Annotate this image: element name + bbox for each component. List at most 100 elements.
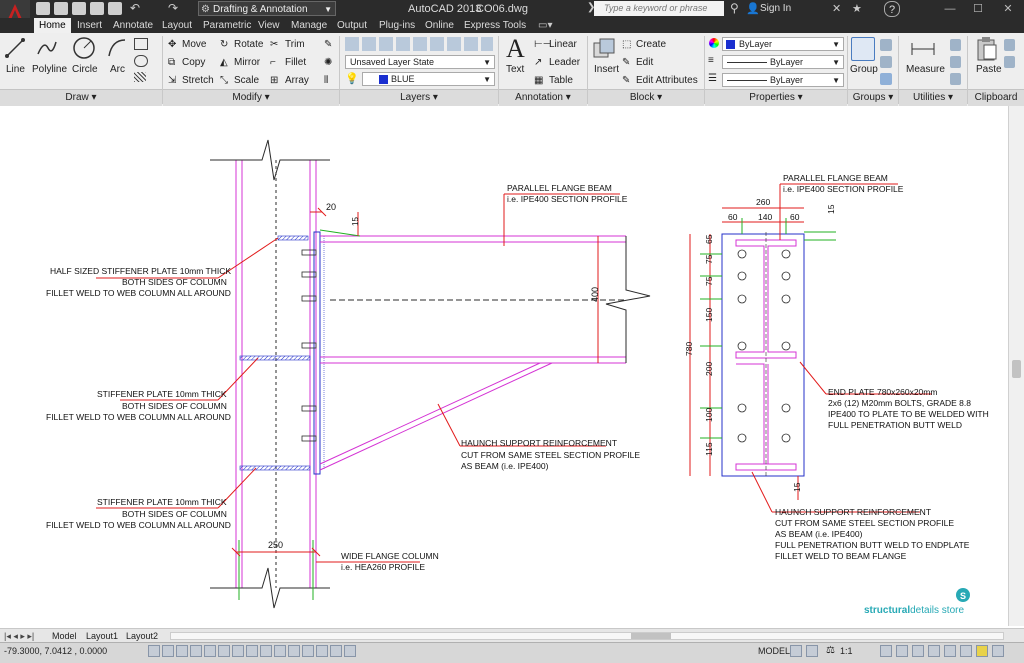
scale-tool[interactable]: Scale	[234, 75, 259, 86]
tab-layout2[interactable]: Layout2	[126, 630, 158, 642]
plot-icon[interactable]	[108, 2, 122, 15]
tab-output[interactable]: Output	[337, 18, 367, 33]
text-tool[interactable]: Text	[506, 64, 524, 75]
rotate-tool[interactable]: Rotate	[234, 39, 263, 50]
transparency-toggle[interactable]	[302, 645, 314, 657]
maximize-button[interactable]: ☐	[964, 0, 992, 18]
measure-tool[interactable]: Measure	[906, 64, 945, 75]
close-button[interactable]: ✕	[994, 0, 1022, 18]
workspace-dropdown[interactable]: ⚙ Drafting & Annotation ▼	[198, 1, 336, 16]
ducs-toggle[interactable]	[260, 645, 272, 657]
move-tool[interactable]: Move	[182, 39, 206, 50]
erase-icon[interactable]: ✎	[324, 39, 332, 50]
table-icon[interactable]: ▦	[534, 75, 543, 86]
clean-screen-toggle[interactable]	[992, 645, 1004, 657]
mirror-icon[interactable]: ◭	[220, 57, 228, 68]
infer-constraints-toggle[interactable]	[148, 645, 160, 657]
help-icon[interactable]: ?	[884, 1, 900, 17]
copy-clip-icon[interactable]	[1004, 56, 1015, 68]
arc-tool-label[interactable]: Arc	[110, 64, 125, 75]
rectangle-icon[interactable]	[134, 38, 148, 50]
select-all-icon[interactable]	[950, 56, 961, 68]
redo-icon[interactable]: ↷	[168, 2, 178, 15]
horizontal-scrollbar[interactable]	[170, 632, 1004, 640]
drawing-svg[interactable]: 20 15 400 250 PARALLEL FLANGE BEAM i.e. …	[0, 106, 1008, 626]
snap-toggle[interactable]	[162, 645, 174, 657]
linetype-dropdown[interactable]: ByLayer ▼	[722, 73, 844, 87]
annotation-visibility-toggle[interactable]	[880, 645, 892, 657]
status-bar-menu-button[interactable]	[960, 645, 972, 657]
offset-icon[interactable]: ⫴	[324, 75, 328, 86]
cut-icon[interactable]	[1004, 39, 1015, 51]
circle-icon[interactable]	[72, 36, 96, 60]
tab-home[interactable]: Home	[34, 18, 71, 33]
layer-dropdown[interactable]: BLUE ▼	[362, 72, 495, 86]
layers-panel-title[interactable]: Layers ▾	[340, 89, 498, 106]
group-tool[interactable]: Group	[850, 64, 878, 75]
stretch-icon[interactable]: ⇲	[168, 75, 176, 86]
sign-in-link[interactable]: Sign In	[760, 0, 791, 18]
tab-layout[interactable]: Layout	[162, 18, 192, 33]
trim-tool[interactable]: Trim	[285, 39, 305, 50]
block-panel-title[interactable]: Block ▾	[588, 89, 704, 106]
grid-toggle[interactable]	[176, 645, 188, 657]
tab-annotate[interactable]: Annotate	[113, 18, 153, 33]
lightbulb-icon[interactable]: 💡	[345, 72, 359, 85]
circle-tool-label[interactable]: Circle	[72, 64, 98, 75]
arc-icon[interactable]	[106, 36, 128, 60]
stretch-tool[interactable]: Stretch	[182, 75, 214, 86]
quick-properties-toggle[interactable]	[316, 645, 328, 657]
tab-manage[interactable]: Manage	[291, 18, 327, 33]
osnap-toggle[interactable]	[218, 645, 230, 657]
insert-block-icon[interactable]	[592, 37, 616, 61]
groups-panel-title[interactable]: Groups ▾	[848, 89, 898, 106]
binoculars-icon[interactable]: ⚲	[730, 1, 739, 15]
ungroup-icon[interactable]	[880, 39, 892, 51]
ellipse-icon[interactable]	[134, 55, 148, 67]
panel-toggle-icon[interactable]: ▭▾	[538, 18, 552, 33]
star-icon[interactable]: ★	[852, 0, 862, 18]
text-icon[interactable]: A	[506, 34, 525, 64]
clean-screen-button[interactable]	[976, 645, 988, 657]
lock-ui-button[interactable]	[912, 645, 924, 657]
save-icon[interactable]	[72, 2, 86, 15]
fillet-icon[interactable]: ⌐	[270, 57, 276, 68]
drawing-canvas[interactable]: 20 15 400 250 PARALLEL FLANGE BEAM i.e. …	[0, 106, 1008, 626]
tab-view[interactable]: View	[258, 18, 280, 33]
isolate-objects-button[interactable]	[944, 645, 956, 657]
line-icon[interactable]	[4, 36, 26, 60]
undo-icon[interactable]: ↶	[130, 2, 140, 15]
3d-osnap-toggle[interactable]	[232, 645, 244, 657]
tab-insert[interactable]: Insert	[77, 18, 102, 33]
line-tool-label[interactable]: Line	[6, 64, 25, 75]
properties-panel-title[interactable]: Properties ▾	[705, 89, 847, 106]
calculator-icon[interactable]	[950, 73, 961, 85]
quick-view-drawings-button[interactable]	[806, 645, 818, 657]
measure-icon[interactable]	[910, 40, 936, 58]
color-dropdown[interactable]: ByLayer ▼	[722, 37, 844, 51]
ortho-toggle[interactable]	[190, 645, 202, 657]
utilities-panel-title[interactable]: Utilities ▾	[899, 89, 967, 106]
linear-tool[interactable]: Linear	[549, 39, 577, 50]
minimize-button[interactable]: —	[936, 0, 964, 18]
trim-icon[interactable]: ✂	[270, 39, 278, 50]
polar-toggle[interactable]	[204, 645, 216, 657]
edit-attributes-tool[interactable]: Edit Attributes	[636, 75, 698, 86]
leader-icon[interactable]: ↗	[534, 57, 542, 68]
insert-tool[interactable]: Insert	[594, 64, 619, 75]
layer-state-dropdown[interactable]: Unsaved Layer State ▼	[345, 55, 495, 69]
mirror-tool[interactable]: Mirror	[234, 57, 260, 68]
annotation-panel-title[interactable]: Annotation ▾	[499, 89, 587, 106]
horizontal-scroll-thumb[interactable]	[631, 633, 671, 639]
tab-online[interactable]: Online	[425, 18, 454, 33]
quick-select-icon[interactable]	[950, 39, 961, 51]
exchange-icon[interactable]: ✕	[832, 0, 841, 18]
tab-model[interactable]: Model	[52, 630, 77, 642]
lineweight-dropdown[interactable]: ByLayer ▼	[722, 55, 844, 69]
new-icon[interactable]	[36, 2, 50, 15]
otrack-toggle[interactable]	[246, 645, 258, 657]
vertical-scrollbar[interactable]	[1008, 106, 1024, 626]
tab-layout1[interactable]: Layout1	[86, 630, 118, 642]
explode-icon[interactable]: ✺	[324, 57, 332, 68]
hatch-icon[interactable]	[134, 72, 146, 82]
